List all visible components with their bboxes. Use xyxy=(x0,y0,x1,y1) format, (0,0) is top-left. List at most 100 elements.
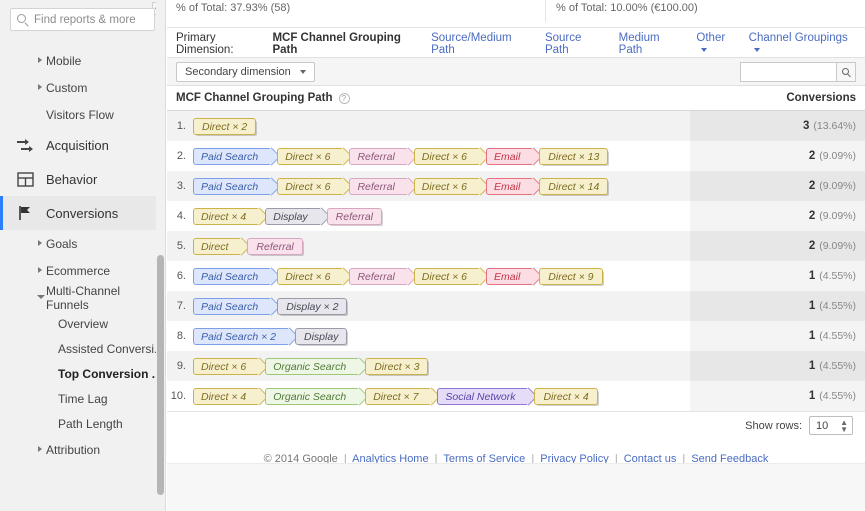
table-row[interactable]: 8. Paid Search × 2 Display 1 (4.55%) xyxy=(167,321,865,351)
sidebar-item-attribution[interactable]: Attribution xyxy=(0,436,165,463)
path-step-badge[interactable]: Referral xyxy=(349,147,409,165)
path-step-badge[interactable]: Organic Search xyxy=(265,357,361,375)
conversions-cell: 2 (9.09%) xyxy=(690,141,865,171)
table-row[interactable]: 6. Paid Search Direct × 6 Referral Direct × … xyxy=(167,261,865,291)
sidebar-item-label: Time Lag xyxy=(58,391,108,406)
sidebar-item-assisted-conversi[interactable]: Assisted Conversi... xyxy=(0,336,165,361)
sidebar-item-behavior[interactable]: Behavior xyxy=(0,162,165,196)
path-step-badge[interactable]: Direct × 6 xyxy=(277,267,345,285)
table-row[interactable]: 9. Direct × 6 Organic Search Direct × 3 1 (4.… xyxy=(167,351,865,381)
path-step-badge[interactable]: Paid Search xyxy=(193,147,273,165)
path-step-badge[interactable]: Social Network xyxy=(437,387,530,405)
path-step-badge[interactable]: Email xyxy=(486,267,535,285)
dimension-link-source-path[interactable]: Source Path xyxy=(545,32,603,56)
show-rows-select[interactable]: 10 ▲ ▼ xyxy=(809,416,853,435)
path-step-badge[interactable]: Direct × 6 xyxy=(413,177,482,195)
path-step-badge[interactable]: Referral xyxy=(326,207,383,225)
dimension-link-source-medium-path[interactable]: Source/Medium Path xyxy=(431,32,529,56)
sidebar-item-overview[interactable]: Overview xyxy=(0,311,165,336)
path-step-badge[interactable]: Direct × 6 xyxy=(277,177,345,195)
dimension-link-medium-path[interactable]: Medium Path xyxy=(619,32,681,56)
path-step-badge[interactable]: Direct × 3 xyxy=(365,357,429,375)
path-step-badge[interactable]: Referral xyxy=(349,267,409,285)
path-step-badge[interactable]: Direct × 2 xyxy=(193,117,257,135)
path-step-badge[interactable]: Display xyxy=(265,207,322,225)
conversions-value: 2 xyxy=(808,180,816,192)
conversions-cell: 1 (4.55%) xyxy=(690,261,865,291)
table-body: 1. Direct × 2 3 (13.64%) 2. Paid Search Direct… xyxy=(167,111,865,411)
conversions-percent: (4.55%) xyxy=(819,330,856,342)
channel-groupings-link[interactable]: Channel Groupings xyxy=(749,32,849,56)
stepper-icon: ▲ ▼ xyxy=(840,418,848,434)
help-icon[interactable]: ? xyxy=(338,92,350,104)
path-step-badge[interactable]: Display × 2 xyxy=(277,297,348,315)
column-header-path[interactable]: MCF Channel Grouping Path ? xyxy=(167,92,690,104)
primary-dimension-label: Primary Dimension: xyxy=(176,32,234,56)
triangle-down-icon xyxy=(37,295,45,302)
dimension-link-other[interactable]: Other xyxy=(696,32,732,56)
path-step-badge[interactable]: Direct × 6 xyxy=(277,147,345,165)
conversions-flag-icon xyxy=(14,204,36,222)
sidebar-scrollbar-thumb[interactable] xyxy=(157,255,164,495)
path-step-badge[interactable]: Paid Search xyxy=(193,267,273,285)
search-input[interactable] xyxy=(32,9,152,30)
sidebar-item-acquisition[interactable]: Acquisition xyxy=(0,128,165,162)
path-step-badge[interactable]: Direct × 4 xyxy=(193,387,261,405)
path-step-badge[interactable]: Organic Search xyxy=(265,387,361,405)
path-step-badge[interactable]: Direct × 6 xyxy=(413,267,482,285)
path-step-badge[interactable]: Direct × 4 xyxy=(534,387,598,405)
sidebar-item-time-lag[interactable]: Time Lag xyxy=(0,386,165,411)
path-step-badge[interactable]: Direct × 4 xyxy=(193,207,261,225)
path-step-badge[interactable]: Direct xyxy=(193,237,243,255)
sidebar-item-top-conversion[interactable]: Top Conversion ... xyxy=(0,361,165,386)
path-step-badge[interactable]: Paid Search × 2 xyxy=(193,327,291,345)
path-step-badge[interactable]: Direct × 13 xyxy=(539,147,609,165)
path-step-badge[interactable]: Direct × 7 xyxy=(365,387,433,405)
table-row[interactable]: 10. Direct × 4 Organic Search Direct × 7 Soc… xyxy=(167,381,865,411)
path-cell: Paid Search × 2 Display xyxy=(193,327,690,345)
path-cell: Direct Referral xyxy=(193,237,690,255)
sidebar-item-visitors-flow[interactable]: Visitors Flow xyxy=(0,101,165,128)
sidebar-item-multi-channel-funnels[interactable]: Multi-Channel Funnels xyxy=(0,284,165,312)
table-row[interactable]: 3. Paid Search Direct × 6 Referral Direct × … xyxy=(167,171,865,201)
sidebar-item-path-length[interactable]: Path Length xyxy=(0,411,165,436)
sidebar-scrollbar[interactable] xyxy=(156,0,165,511)
table-row[interactable]: 5. Direct Referral 2 (9.09%) xyxy=(167,231,865,261)
path-step-badge[interactable]: Email xyxy=(486,147,535,165)
row-number: 9. xyxy=(176,360,186,372)
conversions-value: 2 xyxy=(808,150,816,162)
conversions-value: 2 xyxy=(808,240,816,252)
sidebar-item-custom[interactable]: Custom xyxy=(0,74,165,101)
sidebar-item-goals[interactable]: Goals xyxy=(0,230,165,257)
table-row[interactable]: 7. Paid Search Display × 2 1 (4.55%) xyxy=(167,291,865,321)
sidebar-item-conversions[interactable]: Conversions xyxy=(0,196,165,230)
sidebar-item-ecommerce[interactable]: Ecommerce xyxy=(0,257,165,284)
table-search-button[interactable] xyxy=(836,62,856,82)
path-step-badge[interactable]: Direct × 6 xyxy=(193,357,261,375)
row-number: 4. xyxy=(176,210,186,222)
secondary-dimension-button[interactable]: Secondary dimension xyxy=(176,61,315,82)
row-number: 1. xyxy=(176,120,186,132)
path-step-badge[interactable]: Email xyxy=(486,177,535,195)
table-row[interactable]: 4. Direct × 4 Display Referral 2 (9.09%) xyxy=(167,201,865,231)
column-header-conversions[interactable]: Conversions ↓ xyxy=(690,92,865,104)
table-row[interactable]: 1. Direct × 2 3 (13.64%) xyxy=(167,111,865,141)
search-box[interactable] xyxy=(10,8,155,31)
path-step-badge[interactable]: Direct × 9 xyxy=(539,267,603,285)
table-search-input[interactable] xyxy=(740,62,836,82)
path-cell: Direct × 4 Organic Search Direct × 7 Social… xyxy=(193,387,690,405)
path-step-badge[interactable]: Direct × 14 xyxy=(539,177,609,195)
show-rows-label: Show rows: xyxy=(745,419,802,432)
conversions-cell: 2 (9.09%) xyxy=(690,201,865,231)
path-step-badge[interactable]: Paid Search xyxy=(193,297,273,315)
path-step-badge[interactable]: Referral xyxy=(247,237,303,255)
conversions-cell: 1 (4.55%) xyxy=(690,351,865,381)
path-step-badge[interactable]: Display xyxy=(295,327,348,345)
path-step-badge[interactable]: Direct × 6 xyxy=(413,147,482,165)
sidebar-item-mobile[interactable]: Mobile xyxy=(0,47,165,74)
table-row[interactable]: 2. Paid Search Direct × 6 Referral Direct × … xyxy=(167,141,865,171)
path-step-badge[interactable]: Paid Search xyxy=(193,177,273,195)
triangle-right-icon xyxy=(38,446,42,452)
conversions-percent: (9.09%) xyxy=(819,180,856,192)
path-step-badge[interactable]: Referral xyxy=(349,177,409,195)
